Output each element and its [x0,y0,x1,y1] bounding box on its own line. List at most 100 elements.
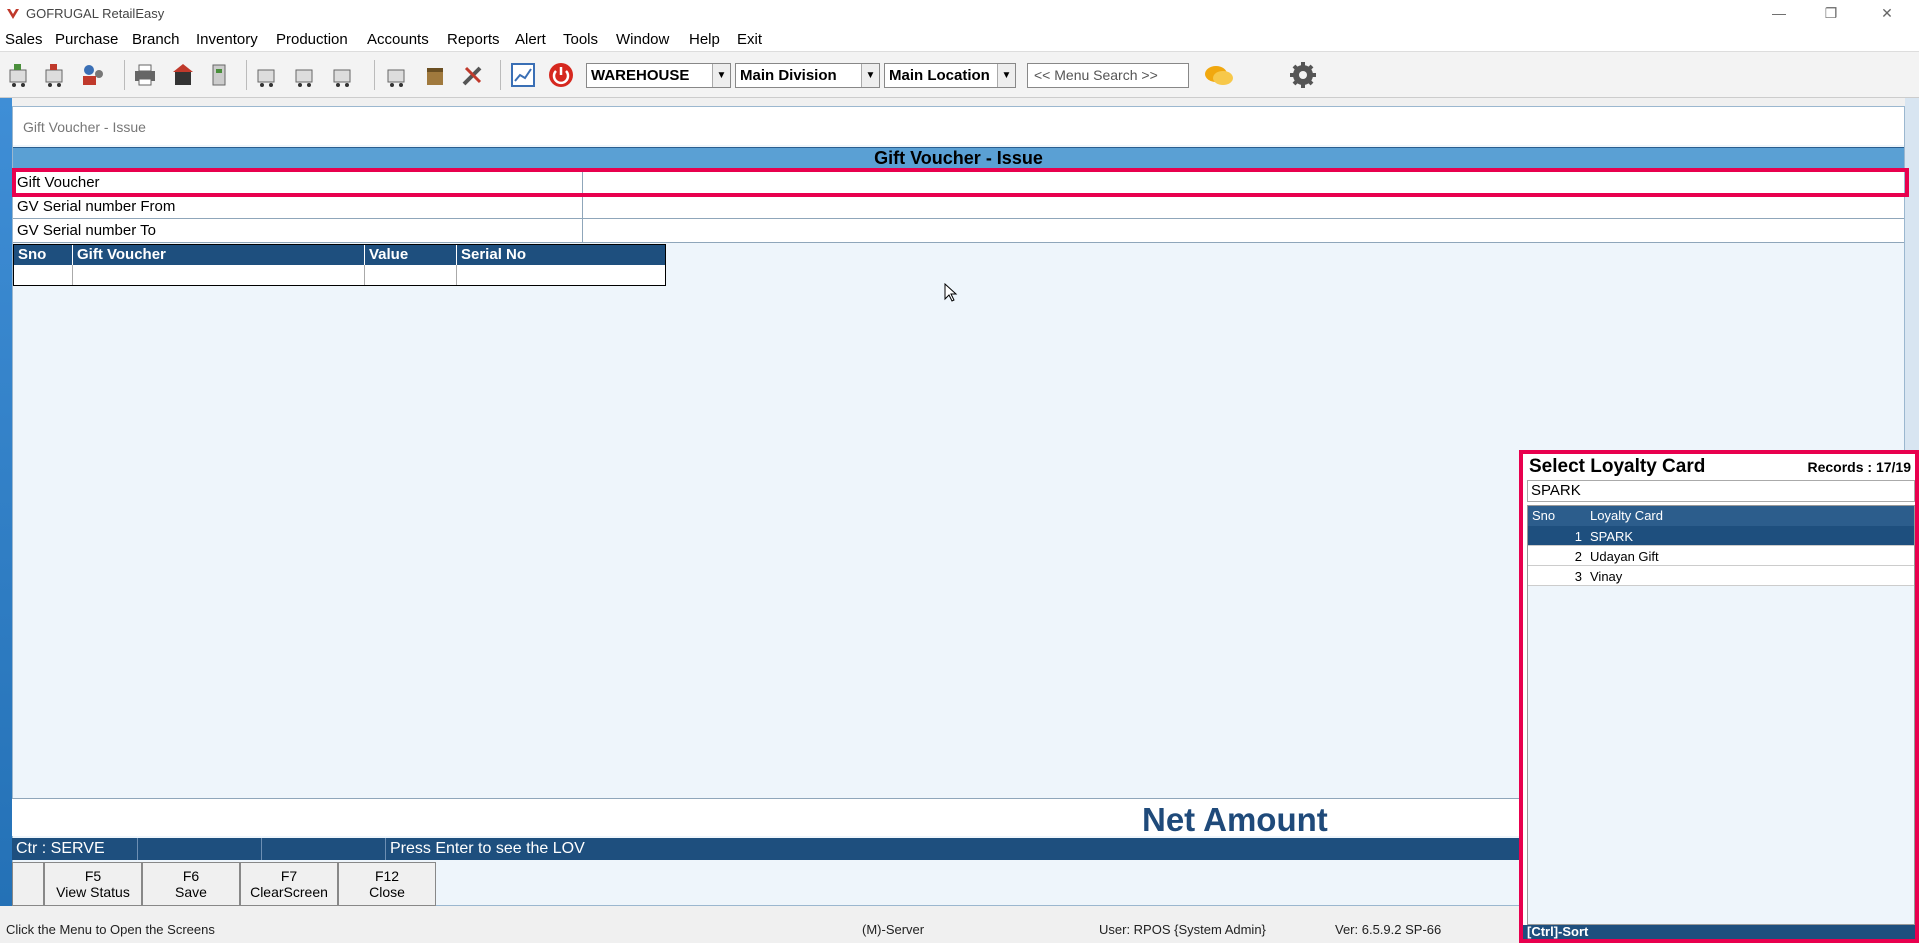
fkey-label: F6 [182,868,200,884]
fkey-action: Save [175,884,207,900]
fkey-blank-button[interactable] [12,862,44,906]
cart-icon[interactable] [328,60,358,90]
status-message: Press Enter to see the LOV [390,840,585,857]
gift-voucher-table: Sno Gift Voucher Value Serial No [13,244,666,286]
toolbar-separator [500,60,501,90]
serial-to-input[interactable] [584,219,1904,242]
division-select[interactable]: Main Division ▼ [735,63,880,88]
chart-icon[interactable] [508,60,538,90]
cart-icon[interactable] [290,60,320,90]
cart-icon[interactable] [4,60,34,90]
view-status-button[interactable]: F5 View Status [44,862,142,906]
menu-help[interactable]: Help [689,31,720,48]
title-bar: GOFRUGAL RetailEasy — ❐ ✕ [0,0,1919,28]
menu-alert[interactable]: Alert [515,31,546,48]
table-cell[interactable] [73,265,365,285]
menu-accounts[interactable]: Accounts [367,31,429,48]
menu-production[interactable]: Production [276,31,348,48]
table-cell[interactable] [365,265,457,285]
serial-from-label: GV Serial number From [13,195,583,218]
row-card: Udayan Gift [1590,549,1659,564]
clear-screen-button[interactable]: F7 ClearScreen [240,862,338,906]
menu-bar: Sales Purchase Branch Inventory Producti… [0,28,1919,52]
lov-footer: [Ctrl]-Sort [1523,925,1915,939]
close-window-button[interactable]: ✕ [1872,3,1902,23]
list-header: Sno Loyalty Card [1528,506,1914,526]
menu-inventory[interactable]: Inventory [196,31,258,48]
location-select[interactable]: Main Location ▼ [884,63,1016,88]
fkey-label: F5 [84,868,102,884]
cart-icon[interactable] [40,60,70,90]
counter-status: Ctr : SERVE [12,838,138,860]
fkey-action: Close [369,884,405,900]
serial-from-input[interactable] [584,195,1904,218]
toolbar-separator [124,60,125,90]
serial-to-field-row: GV Serial number To [13,219,1904,243]
customer-icon[interactable] [78,60,108,90]
status-cell [138,838,262,860]
status-hint: Click the Menu to Open the Screens [6,922,215,937]
chat-icon[interactable] [1202,60,1236,90]
app-logo-icon [7,9,19,19]
menu-sales[interactable]: Sales [5,31,43,48]
table-cell[interactable] [14,265,73,285]
list-item[interactable]: 1 SPARK [1528,526,1914,546]
column-gift-voucher: Gift Voucher [73,245,365,265]
status-cell [262,838,386,860]
form-caption: Gift Voucher - Issue [13,107,1904,145]
lov-title: Select Loyalty Card [1529,456,1706,477]
fkey-action: View Status [56,884,130,900]
menu-exit[interactable]: Exit [737,31,762,48]
list-item[interactable]: 3 Vinay [1528,566,1914,586]
gear-icon[interactable] [1288,60,1318,90]
mouse-cursor-icon [944,283,958,302]
gift-voucher-highlight [12,168,1909,197]
item-icon[interactable] [204,60,234,90]
power-icon[interactable] [546,60,576,90]
net-amount-label: Net Amount [1142,801,1328,838]
cart-icon[interactable] [252,60,282,90]
row-sno: 3 [1574,569,1582,584]
column-serial-no: Serial No [461,246,527,263]
print-icon[interactable] [130,60,160,90]
tools-icon[interactable] [458,60,488,90]
select-loyalty-card-popup: Select Loyalty Card Records : 17/19 SPAR… [1519,450,1919,943]
window-title: GOFRUGAL RetailEasy [26,6,165,21]
row-sno: 1 [1574,529,1582,544]
scrollbar[interactable] [1905,98,1919,450]
left-frame-border [0,98,12,906]
menu-window[interactable]: Window [616,31,669,48]
menu-tools[interactable]: Tools [563,31,598,48]
lov-search-input[interactable]: SPARK [1527,480,1915,502]
save-button[interactable]: F6 Save [142,862,240,906]
user-status: User: RPOS {System Admin} [1099,922,1266,937]
serial-to-label: GV Serial number To [13,219,583,242]
column-sno: Sno [1532,508,1556,523]
menu-search-input[interactable]: << Menu Search >> [1027,63,1189,88]
chevron-down-icon: ▼ [997,64,1015,87]
cart-icon[interactable] [382,60,412,90]
fkey-label: F7 [280,868,298,884]
list-item[interactable]: 2 Udayan Gift [1528,546,1914,566]
menu-reports[interactable]: Reports [447,31,500,48]
loyalty-card-list: Sno Loyalty Card 1 SPARK 2 Udayan Gift 3… [1527,505,1915,925]
row-card: Vinay [1590,569,1623,584]
restore-button[interactable]: ❐ [1816,3,1846,23]
column-sno: Sno [14,245,73,265]
package-icon[interactable] [420,60,450,90]
chevron-down-icon: ▼ [712,64,730,87]
row-card: SPARK [1590,529,1634,544]
serial-from-field-row: GV Serial number From [13,195,1904,219]
fkey-action: ClearScreen [250,884,328,900]
warehouse-select[interactable]: WAREHOUSE ▼ [586,63,731,88]
chevron-down-icon: ▼ [861,64,879,87]
toolbar-separator [246,60,247,90]
minimize-button[interactable]: — [1764,3,1794,23]
close-button[interactable]: F12 Close [338,862,436,906]
column-value: Value [365,245,457,265]
shop-icon[interactable] [168,60,198,90]
form-header: Gift Voucher - Issue [13,147,1904,169]
menu-purchase[interactable]: Purchase [55,31,118,48]
table-cell[interactable] [457,265,665,285]
menu-branch[interactable]: Branch [132,31,180,48]
